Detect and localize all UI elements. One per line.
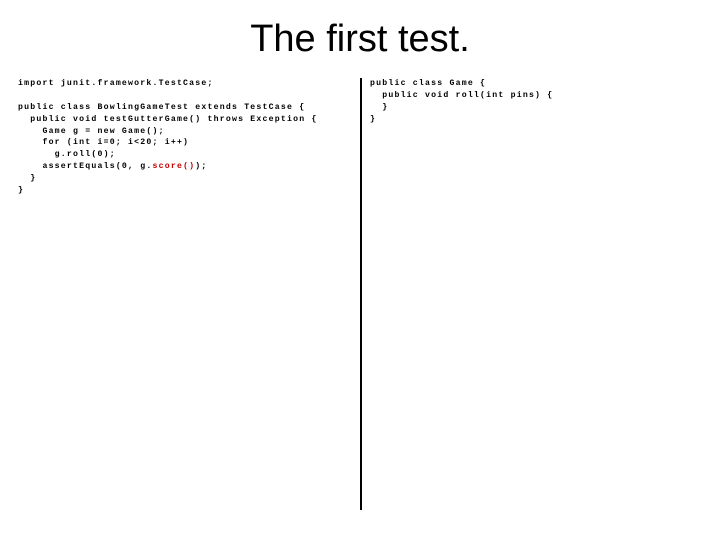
code-line: } bbox=[18, 186, 24, 195]
left-column: import junit.framework.TestCase; public … bbox=[18, 78, 360, 520]
code-error-span: score() bbox=[153, 162, 196, 171]
code-line: import junit.framework.TestCase; bbox=[18, 79, 214, 88]
code-line: public void roll(int pins) { bbox=[370, 91, 553, 100]
code-line: Game g = new Game(); bbox=[18, 127, 165, 136]
slide: The first test. import junit.framework.T… bbox=[0, 0, 720, 540]
code-line: public class BowlingGameTest extends Tes… bbox=[18, 103, 305, 112]
code-line-part: ); bbox=[195, 162, 207, 171]
slide-title: The first test. bbox=[0, 0, 720, 71]
code-line: for (int i=0; i<20; i++) bbox=[18, 138, 189, 147]
code-line: } bbox=[370, 115, 376, 124]
test-code-block: import junit.framework.TestCase; public … bbox=[18, 78, 350, 197]
code-line: public void testGutterGame() throws Exce… bbox=[18, 115, 318, 124]
game-code-block: public class Game { public void roll(int… bbox=[370, 78, 702, 126]
code-line: } bbox=[370, 103, 388, 112]
code-line: g.roll(0); bbox=[18, 150, 116, 159]
code-line: public class Game { bbox=[370, 79, 486, 88]
code-line: } bbox=[18, 174, 36, 183]
right-column: public class Game { public void roll(int… bbox=[360, 78, 702, 520]
code-line-part: assertEquals(0, g. bbox=[18, 162, 153, 171]
content-columns: import junit.framework.TestCase; public … bbox=[18, 78, 702, 520]
